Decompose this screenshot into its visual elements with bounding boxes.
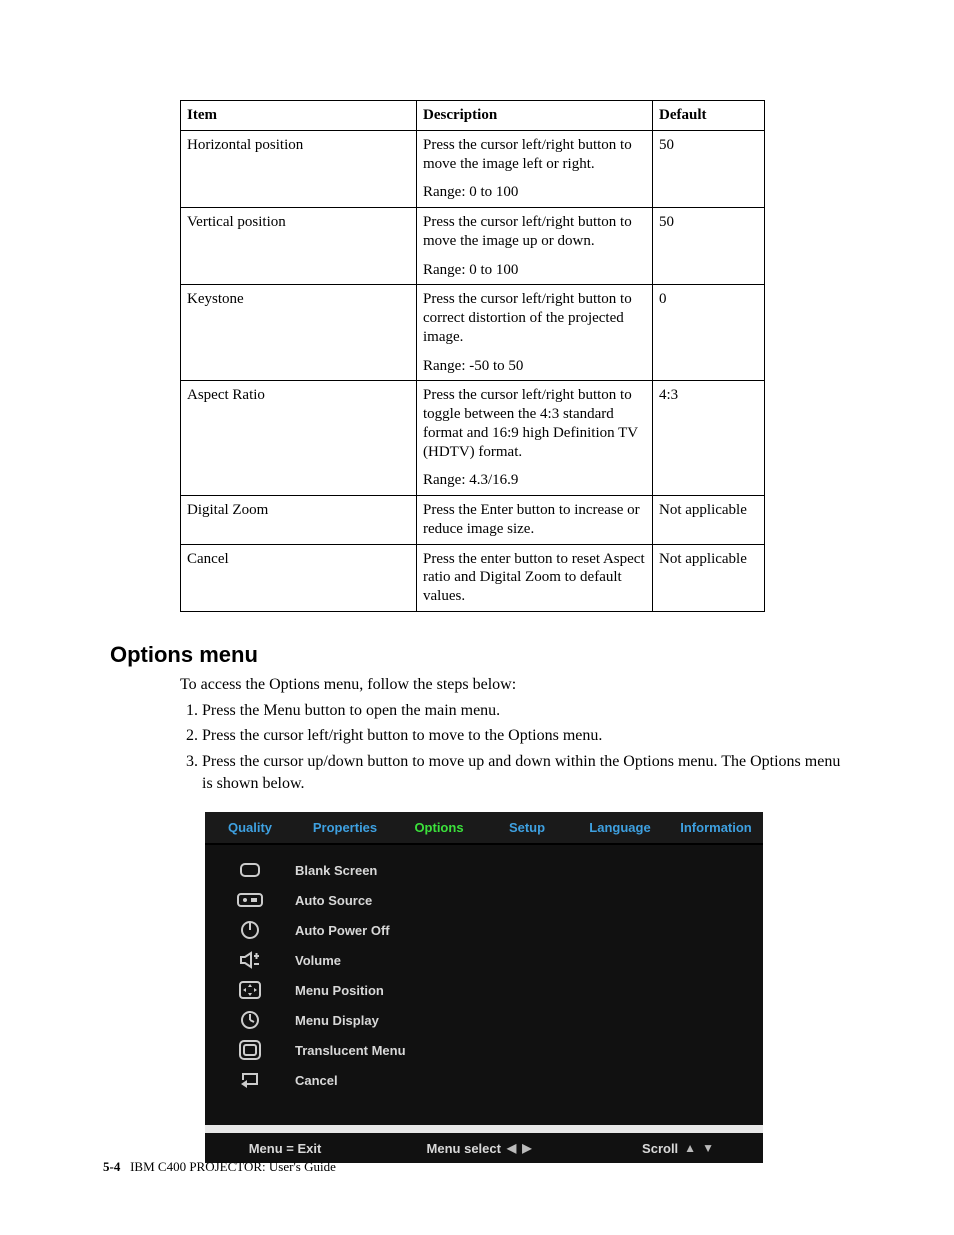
tab-setup[interactable]: Setup xyxy=(483,812,571,843)
list-item: Press the cursor up/down button to move … xyxy=(202,751,844,794)
osd-item-volume[interactable]: Volume xyxy=(205,945,763,975)
tab-language[interactable]: Language xyxy=(571,812,669,843)
table-row: Digital Zoom Press the Enter button to i… xyxy=(181,496,765,545)
position-icon xyxy=(205,981,295,999)
th-item: Item xyxy=(181,101,417,131)
doc-title: IBM C400 PROJECTOR: User's Guide xyxy=(130,1159,336,1174)
tab-options[interactable]: Options xyxy=(395,812,483,843)
page-footer: 5-4 IBM C400 PROJECTOR: User's Guide xyxy=(103,1159,336,1175)
triangle-up-icon: ▲ xyxy=(684,1141,696,1155)
source-icon xyxy=(205,893,295,907)
triangle-left-icon: ◀ xyxy=(507,1141,516,1155)
return-icon xyxy=(205,1072,295,1088)
footer-select-label: Menu select xyxy=(427,1141,501,1156)
table-row: Cancel Press the enter button to reset A… xyxy=(181,544,765,611)
table-row: Aspect Ratio Press the cursor left/right… xyxy=(181,381,765,496)
osd-item-blank-screen[interactable]: Blank Screen xyxy=(205,855,763,885)
screen-icon xyxy=(205,863,295,877)
table-row: Horizontal position Press the cursor lef… xyxy=(181,130,765,207)
tab-information[interactable]: Information xyxy=(669,812,763,843)
osd-item-cancel[interactable]: Cancel xyxy=(205,1065,763,1095)
triangle-down-icon: ▼ xyxy=(702,1141,714,1155)
intro-text: To access the Options menu, follow the s… xyxy=(180,676,844,694)
footer-exit: Menu = Exit xyxy=(205,1141,365,1156)
page-number: 5-4 xyxy=(103,1159,120,1174)
osd-tabs: Quality Properties Options Setup Languag… xyxy=(205,812,763,845)
table-row: Keystone Press the cursor left/right but… xyxy=(181,285,765,381)
osd-item-menu-display[interactable]: Menu Display xyxy=(205,1005,763,1035)
properties-table: Item Description Default Horizontal posi… xyxy=(180,100,765,612)
triangle-right-icon: ▶ xyxy=(522,1141,531,1155)
tab-properties[interactable]: Properties xyxy=(295,812,395,843)
th-desc: Description xyxy=(417,101,653,131)
list-item: Press the Menu button to open the main m… xyxy=(202,700,844,722)
footer-scroll-label: Scroll xyxy=(642,1141,678,1156)
th-default: Default xyxy=(653,101,765,131)
section-heading: Options menu xyxy=(110,642,844,668)
translucent-icon xyxy=(205,1040,295,1060)
clock-icon xyxy=(205,1010,295,1030)
osd-item-menu-position[interactable]: Menu Position xyxy=(205,975,763,1005)
steps-list: Press the Menu button to open the main m… xyxy=(180,700,844,794)
power-icon xyxy=(205,920,295,940)
tab-quality[interactable]: Quality xyxy=(205,812,295,843)
osd-item-auto-power-off[interactable]: Auto Power Off xyxy=(205,915,763,945)
table-row: Vertical position Press the cursor left/… xyxy=(181,208,765,285)
osd-item-auto-source[interactable]: Auto Source xyxy=(205,885,763,915)
osd-screenshot: Quality Properties Options Setup Languag… xyxy=(205,812,763,1163)
list-item: Press the cursor left/right button to mo… xyxy=(202,725,844,747)
osd-item-translucent-menu[interactable]: Translucent Menu xyxy=(205,1035,763,1065)
volume-icon xyxy=(205,951,295,969)
